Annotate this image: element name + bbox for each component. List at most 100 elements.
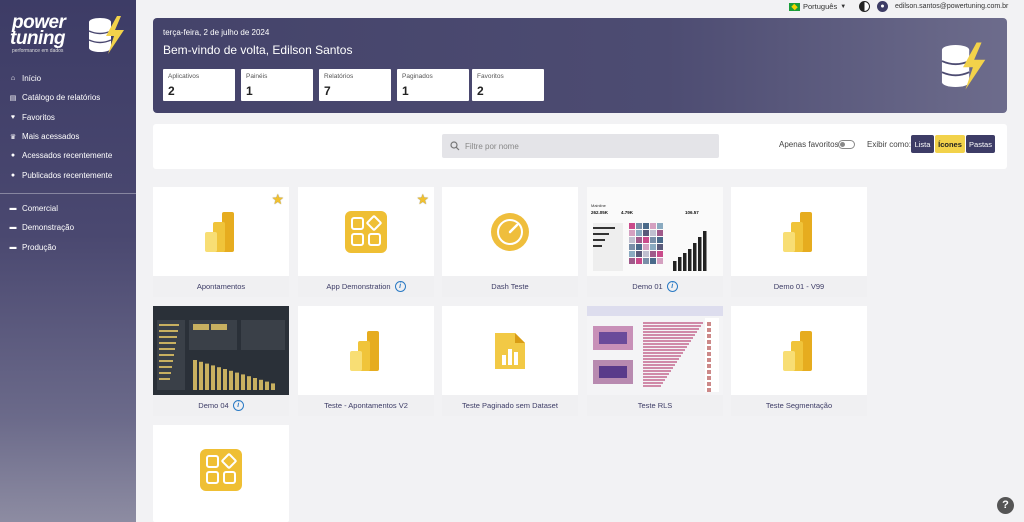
help-icon[interactable]: ?: [997, 497, 1014, 514]
report-card[interactable]: [153, 425, 289, 522]
home-icon: ⌂: [10, 75, 16, 83]
sidebar-item-label: Produção: [22, 242, 57, 252]
user-avatar-icon[interactable]: ●: [877, 1, 888, 12]
sidebar-item-favoritos[interactable]: ♥ Favoritos: [0, 108, 136, 127]
powerbi-report-icon: [205, 211, 234, 252]
stat-value: 1: [246, 84, 253, 98]
view-icons-button[interactable]: Ícones: [935, 135, 965, 153]
stat-value: 2: [168, 84, 175, 98]
language-label: Português: [803, 2, 838, 11]
stat-reports[interactable]: Relatórios 7: [319, 69, 391, 101]
card-title: Apontamentos: [196, 282, 246, 291]
stat-apps[interactable]: Aplicativos 2: [163, 69, 235, 101]
report-card[interactable]: Teste Segmentação: [731, 306, 867, 416]
sidebar-item-publicados-recentemente[interactable]: ● Publicados recentemente: [0, 165, 136, 184]
sidebar-item-mais-acessados[interactable]: ♛ Mais acessados: [0, 127, 136, 146]
dashboard-gauge-icon: [491, 212, 529, 251]
sidebar-item-demonstracao[interactable]: ▬ Demonstração: [0, 218, 136, 237]
sidebar-item-inicio[interactable]: ⌂ Início: [0, 69, 136, 88]
sidebar-item-comercial[interactable]: ▬ Comercial: [0, 199, 136, 218]
report-card[interactable]: Demo 04 i: [153, 306, 289, 416]
card-title-bar: Teste Segmentação: [731, 395, 867, 416]
folder-icon: ▬: [9, 224, 17, 232]
card-thumbnail: [442, 187, 578, 276]
sidebar-folders-nav: ▬ Comercial ▬ Demonstração ▬ Produção: [0, 199, 136, 257]
database-lightning-icon: [88, 16, 124, 54]
view-folders-button[interactable]: Pastas: [966, 135, 995, 153]
report-card[interactable]: Teste Paginado sem Dataset: [442, 306, 578, 416]
show-as-label: Exibir como:: [867, 140, 912, 149]
card-thumbnail: [587, 306, 723, 395]
search-box[interactable]: [442, 134, 719, 158]
card-thumbnail: [153, 306, 289, 395]
card-title: Dash Teste: [491, 282, 529, 291]
card-title: Demo 04: [198, 401, 229, 410]
svg-text:262.05K: 262.05K: [591, 210, 609, 215]
favorites-only-toggle[interactable]: [838, 140, 855, 149]
info-icon[interactable]: i: [232, 400, 244, 411]
powerbi-report-icon: [783, 330, 812, 371]
card-title: Demo 01 - V99: [773, 282, 825, 291]
view-list-button[interactable]: Lista: [911, 135, 934, 153]
theme-toggle-icon[interactable]: [859, 1, 870, 12]
stat-label: Aplicativos: [168, 73, 200, 80]
trophy-icon: ♛: [9, 133, 17, 141]
svg-text:Mainline: Mainline: [591, 203, 607, 208]
info-icon[interactable]: i: [666, 281, 678, 292]
brand-logo[interactable]: power tuning performance em dados: [8, 12, 128, 56]
app-icon: [200, 448, 242, 491]
sidebar-item-producao[interactable]: ▬ Produção: [0, 238, 136, 257]
stat-label: Painéis: [246, 73, 268, 80]
favorite-star-icon[interactable]: ★: [271, 192, 284, 206]
welcome-header: terça-feira, 2 de julho de 2024 Bem-vind…: [153, 18, 1007, 113]
report-card[interactable]: Mainline 262.05K 4.79K 106.57 Demo 01 i: [587, 187, 723, 297]
sidebar-item-catalogo-de-relatorios[interactable]: ▤ Catálogo de relatórios: [0, 88, 136, 107]
card-title-bar: Demo 01 i: [587, 276, 723, 297]
svg-text:106.57: 106.57: [685, 210, 699, 215]
report-card[interactable]: Teste - Apontamentos V2: [298, 306, 434, 416]
user-email[interactable]: edilson.santos@powertuning.com.br: [895, 3, 1008, 10]
paginated-report-icon: [495, 332, 525, 369]
sidebar-item-label: Publicados recentemente: [22, 170, 113, 180]
report-card[interactable]: Demo 01 - V99: [731, 187, 867, 297]
card-title-bar: Demo 04 i: [153, 395, 289, 416]
stat-dashboards[interactable]: Painéis 1: [241, 69, 313, 101]
language-selector[interactable]: Português ▼: [789, 2, 846, 11]
card-title-bar: Teste - Apontamentos V2: [298, 395, 434, 416]
sidebar-item-acessados-recentemente[interactable]: ● Acessados recentemente: [0, 146, 136, 165]
info-icon[interactable]: i: [394, 281, 406, 292]
stat-value: 1: [402, 84, 409, 98]
report-card[interactable]: Dash Teste: [442, 187, 578, 297]
catalog-icon: ▤: [9, 94, 17, 102]
card-title-bar: Teste Paginado sem Dataset: [442, 395, 578, 416]
stat-value: 7: [324, 84, 331, 98]
report-card[interactable]: Teste RLS: [587, 306, 723, 416]
report-card[interactable]: ★ Apontamentos: [153, 187, 289, 297]
report-card[interactable]: ★ App Demonstration i: [298, 187, 434, 297]
caret-down-icon: ▼: [840, 3, 847, 10]
current-date: terça-feira, 2 de julho de 2024: [163, 28, 270, 37]
stat-label: Favoritos: [477, 73, 504, 80]
svg-text:4.79K: 4.79K: [621, 210, 634, 215]
card-thumbnail: [153, 425, 289, 514]
report-thumbnail: [587, 306, 723, 395]
clock-icon: ●: [10, 152, 16, 160]
folder-icon: ▬: [9, 205, 17, 213]
stat-paginated[interactable]: Paginados 1: [397, 69, 469, 101]
report-thumbnail: [153, 306, 289, 395]
stat-label: Relatórios: [324, 73, 354, 80]
stat-favorites[interactable]: Favoritos 2: [472, 69, 544, 101]
card-title: Teste - Apontamentos V2: [324, 401, 408, 410]
favorites-only-label: Apenas favoritos: [779, 140, 839, 149]
sidebar: power tuning performance em dados ⌂ Iníci…: [0, 0, 136, 522]
card-thumbnail: [731, 187, 867, 276]
card-thumbnail: [298, 306, 434, 395]
folder-icon: ▬: [9, 243, 17, 251]
favorite-star-icon[interactable]: ★: [416, 192, 429, 206]
search-icon: [450, 141, 460, 151]
search-input[interactable]: [465, 141, 705, 151]
card-title: Teste Paginado sem Dataset: [462, 401, 558, 410]
stat-label: Paginados: [402, 73, 433, 80]
card-thumbnail: ★: [298, 187, 434, 276]
powerbi-report-icon: [350, 330, 379, 371]
